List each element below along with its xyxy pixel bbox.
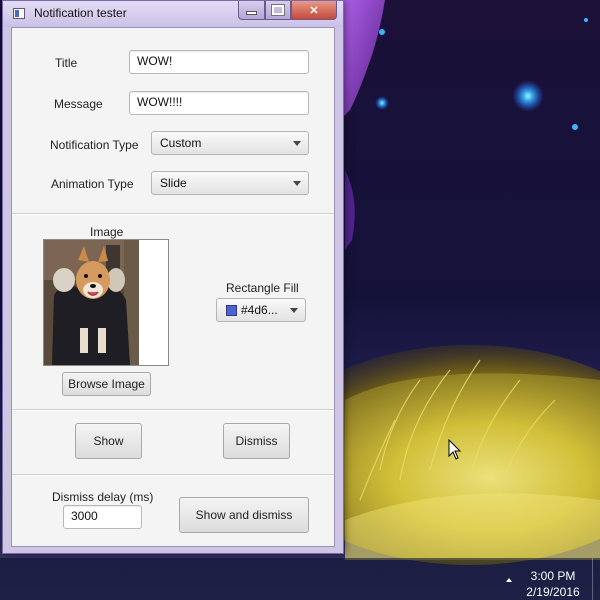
show-desktop-button[interactable] bbox=[592, 558, 600, 600]
minimize-button[interactable] bbox=[238, 1, 265, 20]
tray-up-arrow-icon[interactable] bbox=[506, 578, 512, 582]
separator bbox=[12, 409, 334, 411]
title-field[interactable]: WOW! bbox=[129, 50, 309, 74]
close-button[interactable]: ✕ bbox=[291, 1, 337, 20]
close-icon: ✕ bbox=[309, 4, 319, 17]
image-preview bbox=[43, 239, 169, 366]
app-window: Notification tester ✕ Title WOW! Message… bbox=[2, 0, 344, 554]
chevron-down-icon bbox=[293, 181, 301, 186]
client-area: Title WOW! Message WOW!!!! Notification … bbox=[11, 27, 335, 547]
message-label: Message bbox=[54, 97, 103, 111]
separator bbox=[12, 213, 334, 215]
image-label: Image bbox=[90, 225, 124, 239]
chevron-down-icon bbox=[293, 141, 301, 146]
clock-date[interactable]: 2/19/2016 bbox=[518, 585, 588, 599]
show-button[interactable]: Show bbox=[75, 423, 142, 459]
app-icon[interactable] bbox=[13, 8, 25, 19]
show-and-dismiss-button[interactable]: Show and dismiss bbox=[179, 497, 309, 533]
rectangle-fill-value: #4d6... bbox=[241, 303, 278, 317]
animation-type-label: Animation Type bbox=[51, 177, 134, 191]
separator bbox=[12, 474, 334, 476]
browse-image-button[interactable]: Browse Image bbox=[62, 372, 151, 396]
color-swatch-icon bbox=[226, 305, 237, 316]
mouse-pointer-icon bbox=[448, 439, 462, 460]
dismiss-delay-field[interactable]: 3000 bbox=[63, 505, 142, 529]
dog-photo bbox=[44, 240, 139, 365]
animation-type-select[interactable]: Slide bbox=[151, 171, 309, 195]
dismiss-button[interactable]: Dismiss bbox=[223, 423, 290, 459]
window-title: Notification tester bbox=[34, 6, 127, 20]
chevron-down-icon bbox=[290, 308, 298, 313]
animation-type-value: Slide bbox=[160, 176, 187, 190]
taskbar bbox=[0, 558, 600, 600]
rectangle-fill-picker[interactable]: #4d6... bbox=[216, 298, 306, 322]
notification-type-value: Custom bbox=[160, 136, 202, 150]
notification-type-label: Notification Type bbox=[50, 138, 139, 152]
message-field[interactable]: WOW!!!! bbox=[129, 91, 309, 115]
minimize-icon bbox=[246, 11, 257, 15]
title-label: Title bbox=[55, 56, 78, 70]
dismiss-delay-label: Dismiss delay (ms) bbox=[52, 490, 154, 504]
clock-time[interactable]: 3:00 PM bbox=[518, 569, 588, 583]
notification-type-select[interactable]: Custom bbox=[151, 131, 309, 155]
rectangle-fill-label: Rectangle Fill bbox=[226, 281, 299, 295]
maximize-button[interactable] bbox=[265, 1, 291, 20]
title-bar[interactable]: Notification tester ✕ bbox=[3, 1, 343, 27]
maximize-icon bbox=[271, 4, 285, 16]
